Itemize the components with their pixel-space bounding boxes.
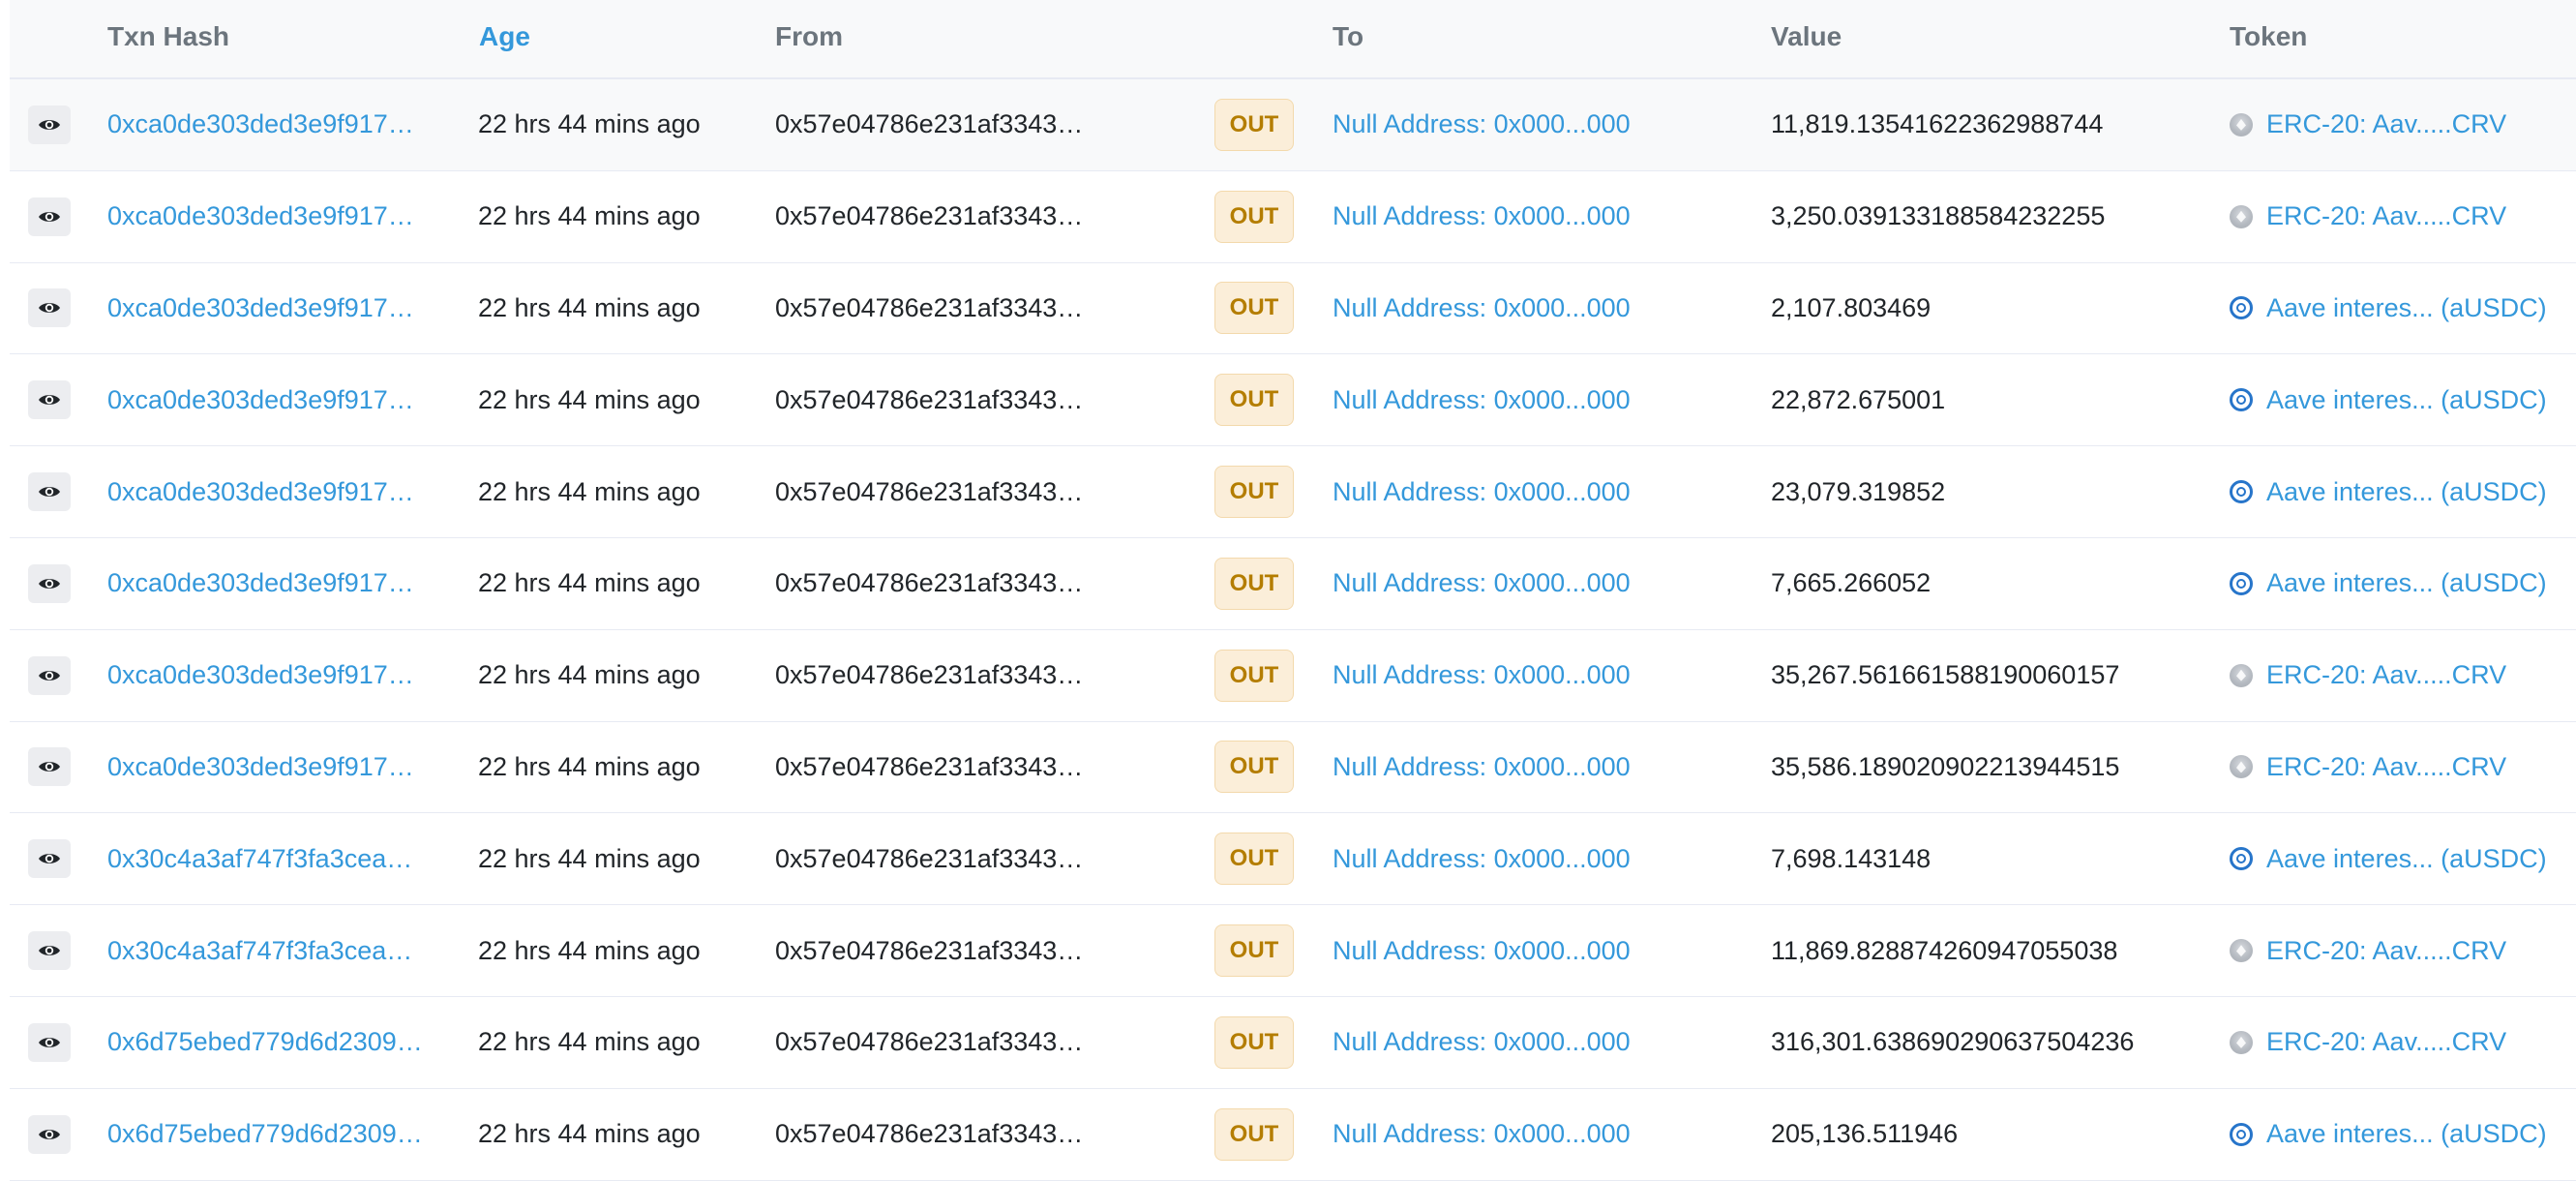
value-text: 316,301.638690290637504236 — [1771, 1027, 2135, 1057]
token-cell[interactable]: ERC-20: Aav.....CRV — [2230, 630, 2576, 721]
out-badge: OUT — [1214, 190, 1294, 243]
table-row: 0x6d75ebed779d6d2309… 22 hrs 44 mins ago… — [10, 996, 2576, 1089]
out-badge: OUT — [1214, 741, 1294, 794]
crv-token-icon — [2230, 204, 2253, 228]
column-header-from: From — [775, 21, 843, 51]
to-address-link[interactable]: Null Address: 0x000...000 — [1333, 813, 1739, 904]
column-header-age[interactable]: Age — [479, 21, 530, 52]
token-cell[interactable]: Aave interes... (aUSDC) — [2230, 538, 2576, 629]
value-text: 35,586.189020902213944515 — [1771, 751, 2120, 781]
out-badge: OUT — [1214, 374, 1294, 427]
crv-token-icon — [2230, 755, 2253, 779]
table-header: Txn Hash Age From To Value Token — [10, 0, 2576, 79]
table-row: 0xca0de303ded3e9f917… 22 hrs 44 mins ago… — [10, 721, 2576, 814]
table-row: 0xca0de303ded3e9f917… 22 hrs 44 mins ago… — [10, 79, 2576, 171]
out-badge: OUT — [1214, 98, 1294, 151]
to-address-link[interactable]: Null Address: 0x000...000 — [1333, 905, 1739, 996]
ausdc-token-icon — [2230, 847, 2253, 871]
to-address-link[interactable]: Null Address: 0x000...000 — [1333, 722, 1739, 813]
table-row: 0xca0de303ded3e9f917… 22 hrs 44 mins ago… — [10, 537, 2576, 630]
to-address-link[interactable]: Null Address: 0x000...000 — [1333, 630, 1739, 721]
value-text: 35,267.561661588190060157 — [1771, 660, 2120, 690]
token-link[interactable]: ERC-20: Aav.....CRV — [2266, 752, 2506, 782]
ausdc-token-icon — [2230, 388, 2253, 412]
to-address-link[interactable]: Null Address: 0x000...000 — [1333, 171, 1739, 262]
table-row: 0xca0de303ded3e9f917… 22 hrs 44 mins ago… — [10, 446, 2576, 538]
crv-token-icon — [2230, 112, 2253, 136]
value-text: 7,698.143148 — [1771, 843, 1932, 873]
token-cell[interactable]: ERC-20: Aav.....CRV — [2230, 905, 2576, 996]
table-body: 0xca0de303ded3e9f917… 22 hrs 44 mins ago… — [10, 79, 2576, 1181]
to-address-link[interactable]: Null Address: 0x000...000 — [1333, 79, 1739, 170]
token-link[interactable]: Aave interes... (aUSDC) — [2266, 385, 2547, 415]
out-badge: OUT — [1214, 466, 1294, 519]
value-text: 205,136.511946 — [1771, 1119, 1959, 1149]
value-text: 2,107.803469 — [1771, 292, 1932, 322]
value-text: 3,250.039133188584232255 — [1771, 201, 2106, 231]
crv-token-icon — [2230, 663, 2253, 687]
ausdc-token-icon — [2230, 571, 2253, 595]
token-cell[interactable]: Aave interes... (aUSDC) — [2230, 263, 2576, 354]
token-cell[interactable]: ERC-20: Aav.....CRV — [2230, 997, 2576, 1088]
token-link[interactable]: Aave interes... (aUSDC) — [2266, 477, 2547, 507]
column-header-txn-hash: Txn Hash — [107, 21, 230, 51]
token-cell[interactable]: ERC-20: Aav.....CRV — [2230, 79, 2576, 170]
token-link[interactable]: Aave interes... (aUSDC) — [2266, 1119, 2547, 1149]
out-badge: OUT — [1214, 282, 1294, 335]
table-row: 0x30c4a3af747f3fa3cea… 22 hrs 44 mins ag… — [10, 813, 2576, 906]
to-address-link[interactable]: Null Address: 0x000...000 — [1333, 446, 1739, 537]
table-row: 0x6d75ebed779d6d2309… 22 hrs 44 mins ago… — [10, 1088, 2576, 1181]
crv-token-icon — [2230, 939, 2253, 963]
crv-token-icon — [2230, 1030, 2253, 1054]
table-row: 0xca0de303ded3e9f917… 22 hrs 44 mins ago… — [10, 354, 2576, 447]
out-badge: OUT — [1214, 649, 1294, 702]
value-text: 22,872.675001 — [1771, 384, 1946, 414]
table-row: 0x30c4a3af747f3fa3cea… 22 hrs 44 mins ag… — [10, 905, 2576, 997]
token-link[interactable]: ERC-20: Aav.....CRV — [2266, 201, 2506, 231]
out-badge: OUT — [1214, 1107, 1294, 1161]
column-header-to: To — [1333, 21, 1364, 51]
to-address-link[interactable]: Null Address: 0x000...000 — [1333, 538, 1739, 629]
token-cell[interactable]: Aave interes... (aUSDC) — [2230, 813, 2576, 904]
token-cell[interactable]: Aave interes... (aUSDC) — [2230, 1089, 2576, 1180]
token-cell[interactable]: ERC-20: Aav.....CRV — [2230, 171, 2576, 262]
token-link[interactable]: Aave interes... (aUSDC) — [2266, 568, 2547, 598]
value-text: 11,819.13541622362988744 — [1771, 109, 2104, 139]
table-row: 0xca0de303ded3e9f917… 22 hrs 44 mins ago… — [10, 629, 2576, 722]
column-header-token: Token — [2230, 21, 2308, 51]
token-link[interactable]: Aave interes... (aUSDC) — [2266, 293, 2547, 323]
out-badge: OUT — [1214, 557, 1294, 610]
to-address-link[interactable]: Null Address: 0x000...000 — [1333, 997, 1739, 1088]
ausdc-token-icon — [2230, 480, 2253, 504]
to-address-link[interactable]: Null Address: 0x000...000 — [1333, 354, 1739, 445]
token-cell[interactable]: Aave interes... (aUSDC) — [2230, 354, 2576, 445]
token-cell[interactable]: Aave interes... (aUSDC) — [2230, 446, 2576, 537]
column-header-value: Value — [1771, 21, 1842, 51]
ausdc-token-icon — [2230, 296, 2253, 320]
out-badge: OUT — [1214, 924, 1294, 978]
out-badge: OUT — [1214, 1015, 1294, 1069]
table-row: 0xca0de303ded3e9f917… 22 hrs 44 mins ago… — [10, 262, 2576, 355]
token-cell[interactable]: ERC-20: Aav.....CRV — [2230, 722, 2576, 813]
to-address-link[interactable]: Null Address: 0x000...000 — [1333, 263, 1739, 354]
token-link[interactable]: Aave interes... (aUSDC) — [2266, 844, 2547, 874]
token-link[interactable]: ERC-20: Aav.....CRV — [2266, 660, 2506, 690]
token-transfers-table: Txn Hash Age From To Value Token 0xca0de… — [10, 0, 2576, 1181]
ausdc-token-icon — [2230, 1122, 2253, 1146]
out-badge: OUT — [1214, 833, 1294, 886]
value-text: 7,665.266052 — [1771, 568, 1932, 598]
value-text: 23,079.319852 — [1771, 476, 1946, 506]
token-link[interactable]: ERC-20: Aav.....CRV — [2266, 109, 2506, 139]
value-text: 11,869.828874260947055038 — [1771, 935, 2118, 965]
token-link[interactable]: ERC-20: Aav.....CRV — [2266, 936, 2506, 966]
table-row: 0xca0de303ded3e9f917… 22 hrs 44 mins ago… — [10, 170, 2576, 263]
token-link[interactable]: ERC-20: Aav.....CRV — [2266, 1027, 2506, 1057]
to-address-link[interactable]: Null Address: 0x000...000 — [1333, 1089, 1739, 1180]
